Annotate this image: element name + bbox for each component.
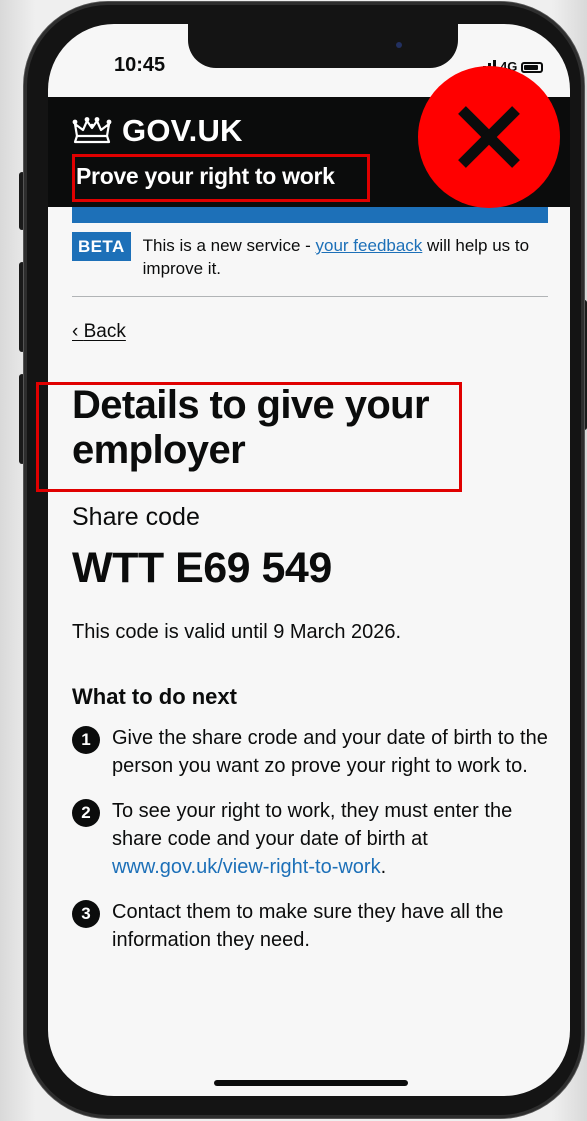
next-steps-list: 1 Give the share crode and your date of …: [72, 724, 548, 954]
service-name-highlight: [72, 154, 370, 202]
back-link[interactable]: ‹ Back: [72, 321, 126, 343]
share-code-label: Share code: [72, 503, 200, 531]
beta-tag: BETA: [72, 232, 131, 261]
header-blue-border: [72, 207, 548, 223]
beta-banner: BETA This is a new service - your feedba…: [72, 232, 548, 297]
step-number: 2: [72, 799, 100, 827]
govuk-brand-text: GOV.UK: [122, 113, 243, 148]
step-number: 3: [72, 900, 100, 928]
next-steps-heading: What to do next: [72, 684, 237, 709]
step-number: 1: [72, 726, 100, 754]
view-right-to-work-link[interactable]: www.gov.uk/view-right-to-work: [112, 856, 381, 878]
beta-text-before: This is a new service -: [142, 236, 316, 255]
feedback-link[interactable]: your feedback: [316, 236, 423, 255]
front-camera: [396, 42, 402, 48]
back-label: Back: [83, 321, 126, 342]
crown-icon: [72, 116, 112, 146]
step-text-before: To see your right to work, they must ent…: [112, 800, 513, 850]
step-text: Give the share crode and your date of bi…: [112, 727, 548, 777]
home-indicator: [214, 1080, 408, 1086]
step-item: 2 To see your right to work, they must e…: [72, 797, 548, 881]
step-item: 1 Give the share crode and your date of …: [72, 724, 548, 780]
step-text: Contact them to make sure they have all …: [112, 901, 504, 951]
screenshot-stage: 10:45 4G GOV.UK Prove your right to work…: [0, 0, 587, 1121]
page-title-highlight: [36, 382, 462, 492]
step-text: To see your right to work, they must ent…: [112, 797, 548, 881]
step-text-after: .: [380, 856, 387, 878]
main-content: BETA This is a new service - your feedba…: [72, 232, 548, 971]
code-validity-text: This code is valid until 9 March 2026.: [72, 621, 402, 643]
status-time: 10:45: [114, 54, 166, 76]
close-icon: [418, 66, 560, 208]
share-code-value: WTT E69 549: [72, 544, 332, 592]
beta-banner-text: This is a new service - your feedback wi…: [143, 232, 548, 280]
step-item: 3 Contact them to make sure they have al…: [72, 898, 548, 954]
notch: [188, 24, 458, 68]
govuk-logo-link[interactable]: GOV.UK: [72, 113, 243, 149]
chevron-left-icon: ‹: [72, 321, 84, 342]
